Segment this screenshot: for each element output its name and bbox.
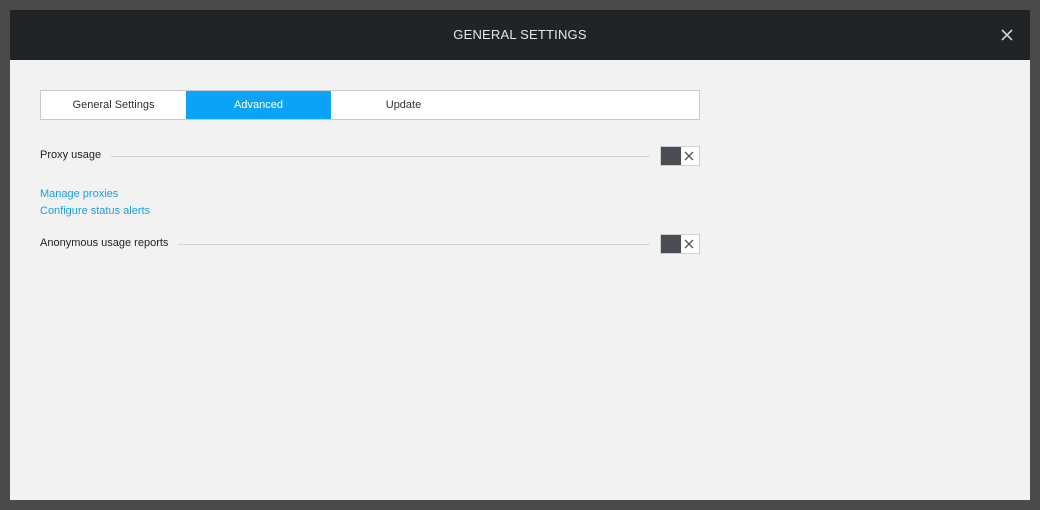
row-divider (40, 156, 650, 157)
anonymous-usage-toggle[interactable] (660, 234, 700, 254)
anonymous-usage-row: Anonymous usage reports (40, 234, 700, 254)
dialog-title: GENERAL SETTINGS (453, 27, 587, 42)
close-icon (1001, 29, 1013, 41)
toggle-knob (661, 235, 681, 253)
toggle-knob (661, 147, 681, 165)
off-x-icon (684, 151, 694, 161)
off-x-icon (684, 239, 694, 249)
title-bar: GENERAL SETTINGS (10, 10, 1030, 60)
proxy-usage-row: Proxy usage (40, 146, 700, 166)
settings-dialog: GENERAL SETTINGS General Settings Advanc… (10, 10, 1030, 500)
close-button[interactable] (998, 26, 1016, 44)
tab-general-settings[interactable]: General Settings (41, 91, 186, 119)
tab-advanced[interactable]: Advanced (186, 91, 331, 119)
configure-status-alerts-link[interactable]: Configure status alerts (40, 205, 150, 217)
proxy-usage-label: Proxy usage (40, 149, 112, 161)
tab-update[interactable]: Update (331, 91, 476, 119)
settings-tabs: General Settings Advanced Update (40, 90, 700, 120)
manage-proxies-link[interactable]: Manage proxies (40, 188, 118, 200)
proxy-usage-toggle[interactable] (660, 146, 700, 166)
anonymous-usage-label: Anonymous usage reports (40, 237, 179, 249)
